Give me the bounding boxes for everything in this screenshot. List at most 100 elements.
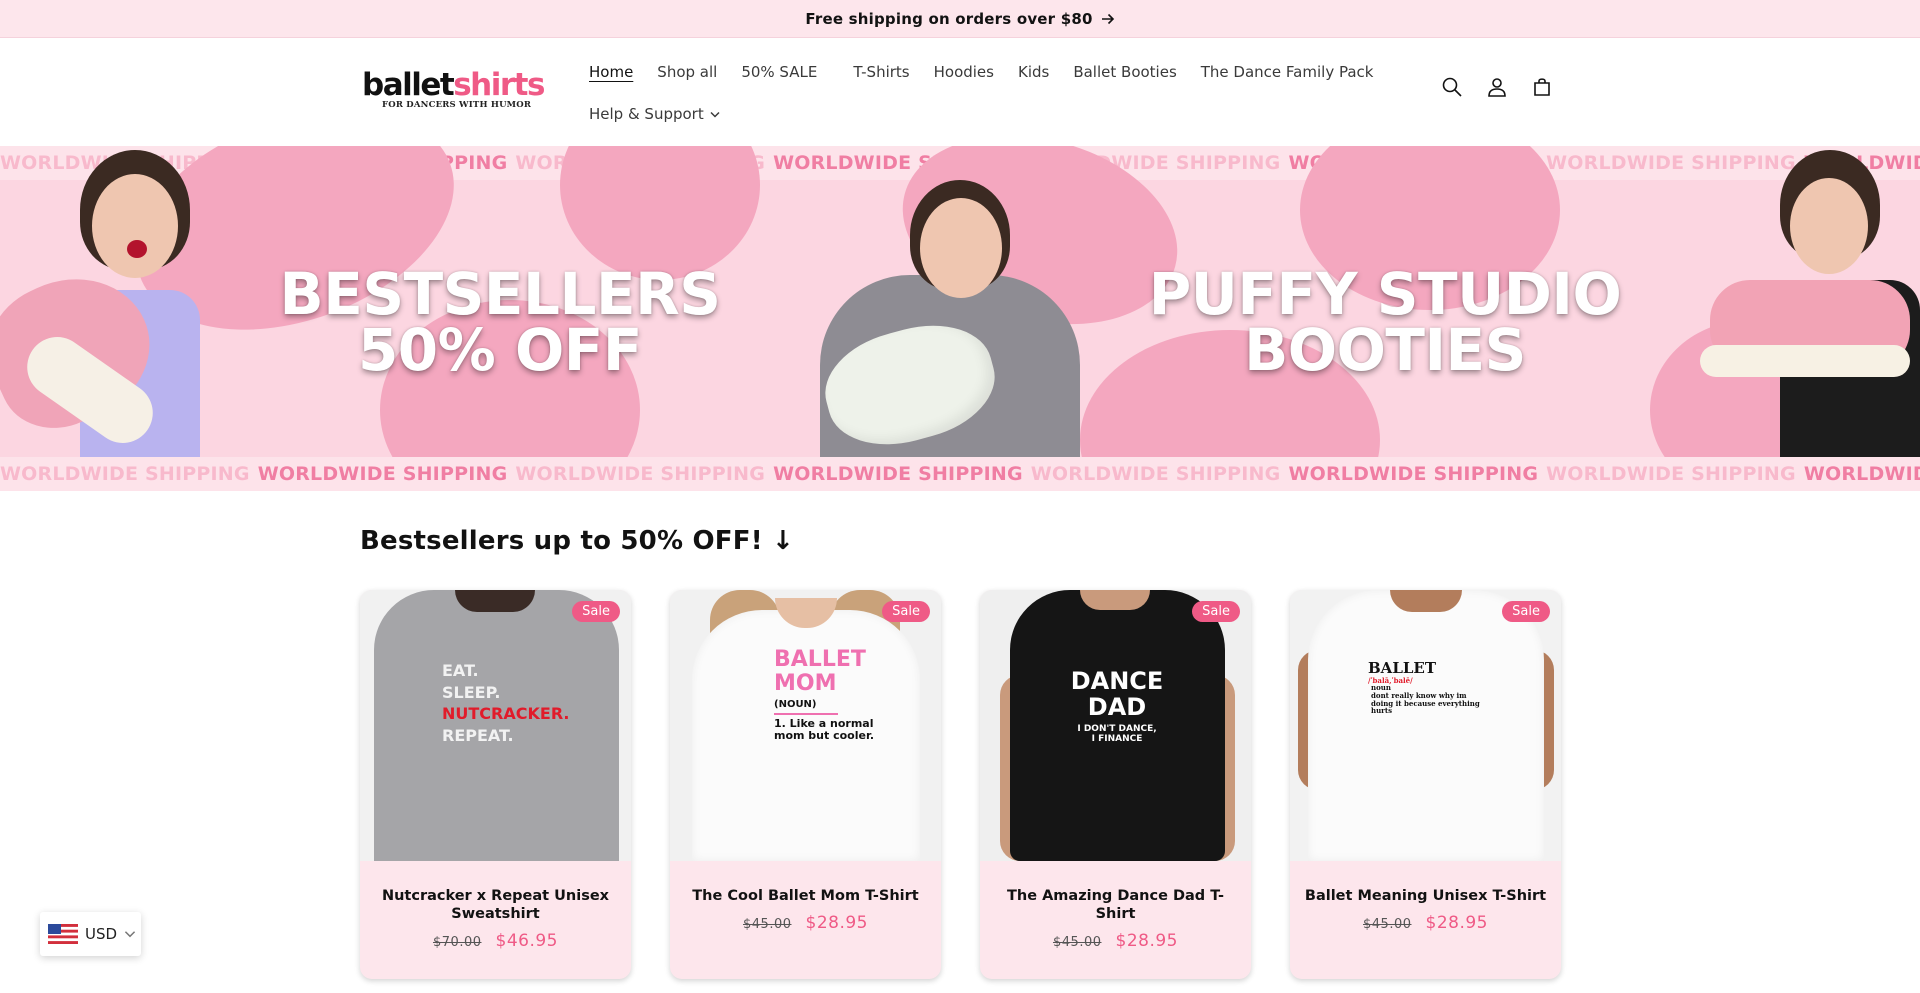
- nav-dance-family-pack[interactable]: The Dance Family Pack: [1201, 63, 1374, 81]
- print-line: DANCE: [1070, 667, 1164, 695]
- print-line: EAT.: [442, 661, 479, 680]
- product-title[interactable]: The Cool Ballet Mom T-Shirt: [682, 887, 929, 905]
- banner-model-left: [0, 150, 230, 460]
- headline-line: BOOTIES: [1244, 316, 1526, 384]
- main-nav: Home Shop all 50% SALE T-Shirts Hoodies …: [589, 58, 1389, 128]
- price-row: $45.00 $28.95: [682, 913, 929, 933]
- nav-ballet-booties[interactable]: Ballet Booties: [1073, 63, 1176, 81]
- us-flag-icon: [48, 924, 78, 944]
- marquee-text: WORLDWIDE SHIPPING: [515, 463, 766, 485]
- nav-hoodies[interactable]: Hoodies: [934, 63, 994, 81]
- print-line: hurts: [1371, 706, 1393, 716]
- product-print: EAT. SLEEP. NUTCRACKER. REPEAT.: [442, 662, 570, 744]
- sale-badge: Sale: [1502, 601, 1550, 622]
- print-line: BALLET: [1368, 659, 1437, 677]
- banner-model-right: [1700, 150, 1920, 460]
- nav-kids[interactable]: Kids: [1018, 63, 1049, 81]
- product-print: DANCE DAD I DON'T DANCE, I FINANCE: [1052, 668, 1182, 745]
- marquee-text: WORLDWIDE SHIPPING: [1288, 463, 1539, 485]
- banner-artwork: BESTSELLERS 50% OFF PUFFY STUDIO BOOTIES: [0, 146, 1920, 491]
- print-line: REPEAT.: [442, 725, 514, 745]
- nav-help-support[interactable]: Help & Support: [589, 105, 720, 123]
- headline-line: 50% OFF: [357, 316, 643, 384]
- logo-wordmark: balletshirts: [362, 69, 548, 101]
- banner-headline-left: BESTSELLERS 50% OFF: [260, 260, 740, 384]
- currency-code: USD: [85, 925, 118, 943]
- product-title[interactable]: Nutcracker x Repeat Unisex Sweatshirt: [372, 887, 619, 923]
- currency-selector[interactable]: USD: [40, 912, 141, 956]
- site-header: balletshirts FOR DANCERS WITH HUMOR Home…: [0, 39, 1920, 139]
- product-title[interactable]: Ballet Meaning Unisex T-Shirt: [1302, 887, 1549, 905]
- cart-icon[interactable]: [1530, 75, 1554, 99]
- price-original: $45.00: [1363, 917, 1412, 932]
- logo-part-shirts: shirts: [453, 67, 545, 103]
- price-row: $70.00 $46.95: [372, 931, 619, 951]
- product-title[interactable]: The Amazing Dance Dad T-Shirt: [992, 887, 1239, 923]
- print-line: SLEEP.: [442, 682, 501, 702]
- print-line: mom but cooler.: [774, 729, 875, 743]
- product-grid: EAT. SLEEP. NUTCRACKER. REPEAT. Sale Nut…: [360, 590, 1561, 979]
- nav-sale[interactable]: 50% SALE: [741, 63, 817, 81]
- product-image[interactable]: DANCE DAD I DON'T DANCE, I FINANCE Sale: [980, 590, 1251, 861]
- sale-badge: Sale: [1192, 601, 1240, 622]
- section-title: Bestsellers up to 50% OFF! ↓: [360, 526, 794, 556]
- product-info: Ballet Meaning Unisex T-Shirt $45.00 $28…: [1290, 861, 1561, 933]
- price-original: $70.00: [433, 935, 482, 950]
- header-icons: [1440, 75, 1554, 99]
- logo[interactable]: balletshirts FOR DANCERS WITH HUMOR: [362, 69, 548, 119]
- marquee-text: WORLDWIDE SHIPPING: [0, 463, 250, 485]
- search-icon[interactable]: [1440, 75, 1464, 99]
- price-original: $45.00: [743, 917, 792, 932]
- logo-tagline: FOR DANCERS WITH HUMOR: [382, 100, 532, 110]
- headline-line: PUFFY STUDIO: [1148, 260, 1622, 328]
- product-card[interactable]: BALLET /ˈbalā,ˈbalē/ noun dont really kn…: [1290, 590, 1561, 979]
- product-card[interactable]: EAT. SLEEP. NUTCRACKER. REPEAT. Sale Nut…: [360, 590, 631, 979]
- price-sale: $28.95: [1425, 913, 1488, 933]
- chevron-down-icon: [710, 111, 720, 118]
- marquee-bottom: WORLDWIDE SHIPPING WORLDWIDE SHIPPING WO…: [0, 457, 1920, 491]
- product-card[interactable]: BALLET MOM (NOUN) 1. Like a normal mom b…: [670, 590, 941, 979]
- account-icon[interactable]: [1485, 75, 1509, 99]
- arrow-right-icon: [1101, 13, 1114, 24]
- print-line: MOM: [774, 671, 837, 697]
- product-image[interactable]: EAT. SLEEP. NUTCRACKER. REPEAT. Sale: [360, 590, 631, 861]
- announcement-bar[interactable]: Free shipping on orders over $80: [0, 0, 1920, 38]
- print-line: DAD: [1087, 693, 1147, 722]
- price-row: $45.00 $28.95: [1302, 913, 1549, 933]
- banner-model-center: [813, 180, 1080, 475]
- headline-line: BESTSELLERS: [279, 260, 721, 328]
- product-print: BALLET MOM (NOUN) 1. Like a normal mom b…: [774, 647, 875, 743]
- marquee-text: WORLDWIDE SHIPPING: [1546, 463, 1796, 485]
- product-info: The Amazing Dance Dad T-Shirt $45.00 $28…: [980, 861, 1251, 951]
- nav-tshirts[interactable]: T-Shirts: [853, 63, 909, 81]
- nav-shop-all[interactable]: Shop all: [657, 63, 717, 81]
- marquee-text: WORLDWIDE SHIPPING: [1803, 463, 1920, 485]
- print-line: BALLET: [774, 647, 866, 672]
- nav-help-support-label: Help & Support: [589, 105, 704, 123]
- price-original: $45.00: [1053, 935, 1102, 950]
- product-image[interactable]: BALLET /ˈbalā,ˈbalē/ noun dont really kn…: [1290, 590, 1561, 861]
- chevron-down-icon: [124, 931, 136, 938]
- price-sale: $46.95: [495, 931, 558, 951]
- sale-badge: Sale: [572, 601, 620, 622]
- marquee-text: WORLDWIDE SHIPPING: [773, 463, 1023, 485]
- product-card[interactable]: DANCE DAD I DON'T DANCE, I FINANCE Sale …: [980, 590, 1251, 979]
- product-info: The Cool Ballet Mom T-Shirt $45.00 $28.9…: [670, 861, 941, 933]
- marquee-text: WORLDWIDE SHIPPING: [1030, 463, 1281, 485]
- price-sale: $28.95: [1115, 931, 1178, 951]
- print-line: I FINANCE: [1091, 733, 1143, 744]
- banner-headline-right: PUFFY STUDIO BOOTIES: [1115, 260, 1655, 384]
- print-line: (NOUN): [774, 699, 817, 711]
- product-print: BALLET /ˈbalā,ˈbalē/ noun dont really kn…: [1368, 660, 1508, 715]
- sale-badge: Sale: [882, 601, 930, 622]
- marquee-text: WORLDWIDE SHIPPING: [257, 463, 508, 485]
- announcement-text: Free shipping on orders over $80: [805, 9, 1093, 28]
- logo-part-ballet: ballet: [362, 67, 455, 103]
- price-row: $45.00 $28.95: [992, 931, 1239, 951]
- print-line: NUTCRACKER.: [442, 704, 570, 724]
- product-image[interactable]: BALLET MOM (NOUN) 1. Like a normal mom b…: [670, 590, 941, 861]
- nav-home[interactable]: Home: [589, 63, 633, 81]
- price-sale: $28.95: [805, 913, 868, 933]
- hero-banner[interactable]: WORLDWIDE SHIPPING WORLDWIDE SHIPPING WO…: [0, 146, 1920, 491]
- product-info: Nutcracker x Repeat Unisex Sweatshirt $7…: [360, 861, 631, 951]
